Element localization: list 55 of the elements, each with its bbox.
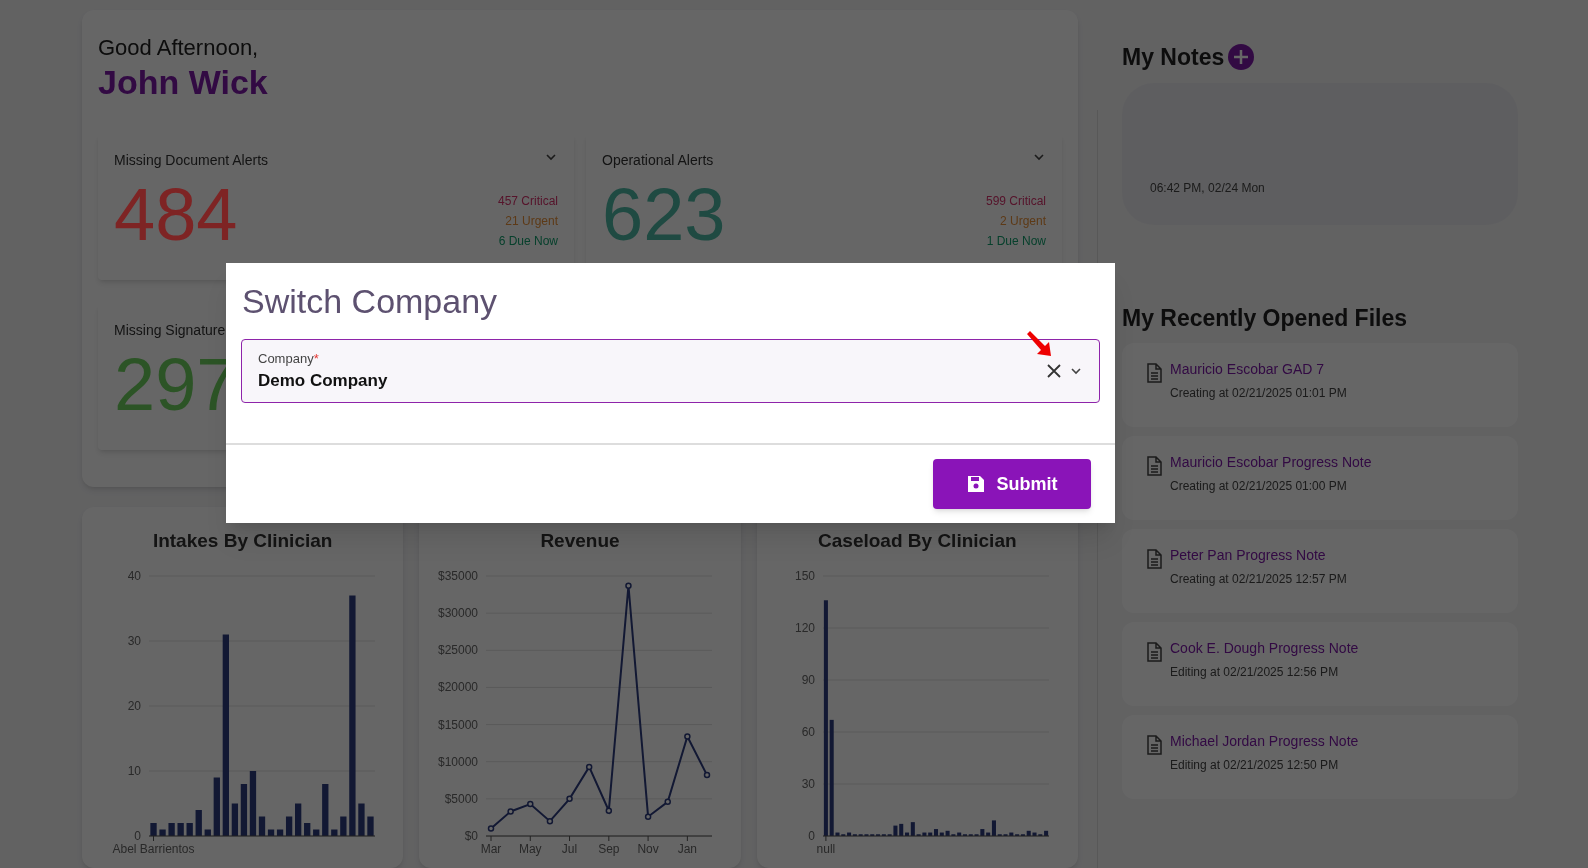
card-title: Missing Signature (114, 321, 226, 340)
file-detail: Editing at 02/21/2025 12:56 PM (1170, 664, 1340, 681)
alert-breakdown: 21 Urgent (505, 213, 558, 230)
file-detail: Creating at 02/21/2025 01:01 PM (1170, 385, 1347, 402)
required-marker: * (313, 350, 319, 366)
axis-label: Nov (637, 841, 659, 856)
chart-title: Revenue (540, 529, 620, 553)
chart-title: Caseload By Clinician (818, 529, 1017, 553)
axis-label: Jul (561, 841, 578, 856)
axis-label: $30000 (437, 605, 478, 620)
axis-label: 40 (127, 568, 141, 583)
field-value: Demo Company (258, 370, 389, 392)
alert-breakdown: 1 Due Now (986, 233, 1046, 250)
file-detail: Creating at 02/21/2025 01:00 PM (1170, 478, 1348, 495)
axis-label: $20000 (437, 679, 478, 694)
chart-title: Intakes By Clinician (152, 529, 333, 553)
file-detail: Creating at 02/21/2025 12:57 PM (1170, 571, 1347, 588)
card-title: Operational Alerts (602, 151, 714, 170)
section-title: My Notes (1122, 43, 1225, 72)
alert-count: 623 (602, 175, 726, 255)
alert-count: 484 (114, 175, 238, 255)
axis-label: 30 (801, 776, 816, 791)
alert-count: 297 (114, 345, 238, 425)
axis-label: 20 (127, 698, 141, 713)
alert-breakdown: 2 Urgent (999, 213, 1046, 230)
axis-label: $15000 (437, 717, 478, 732)
axis-label: Abel Barrientos (112, 841, 195, 856)
axis-label: $25000 (437, 642, 478, 657)
axis-label: May (518, 841, 542, 856)
axis-label: $10000 (437, 754, 478, 769)
axis-label: 150 (795, 568, 816, 583)
axis-label: $35000 (437, 568, 478, 583)
axis-label: 30 (127, 633, 141, 648)
axis-label: Sep (598, 841, 620, 856)
alert-breakdown: 6 Due Now (498, 233, 558, 250)
alert-breakdown: 457 Critical (497, 193, 558, 210)
axis-label: 90 (801, 672, 816, 687)
axis-label: 120 (795, 620, 816, 635)
file-detail: Editing at 02/21/2025 12:50 PM (1170, 757, 1340, 774)
axis-label: $5000 (444, 791, 478, 806)
note-timestamp: 06:42 PM, 02/24 Mon (1150, 179, 1265, 197)
dialog-title: Switch Company (241, 281, 499, 322)
alert-breakdown: 599 Critical (985, 193, 1046, 210)
axis-label: 0 (133, 828, 141, 843)
section-title: My Recently Opened Files (1122, 303, 1409, 333)
axis-label: Jan (677, 841, 698, 856)
axis-label: 0 (808, 828, 816, 843)
axis-label: Mar (480, 841, 502, 856)
axis-label: $0 (464, 828, 478, 843)
user-name: John Wick (98, 62, 269, 102)
axis-label: null (816, 841, 836, 856)
axis-label: 60 (801, 724, 816, 739)
greeting-text: Good Afternoon, (98, 34, 260, 62)
axis-label: 10 (127, 763, 141, 778)
card-title: Missing Document Alerts (114, 151, 269, 170)
